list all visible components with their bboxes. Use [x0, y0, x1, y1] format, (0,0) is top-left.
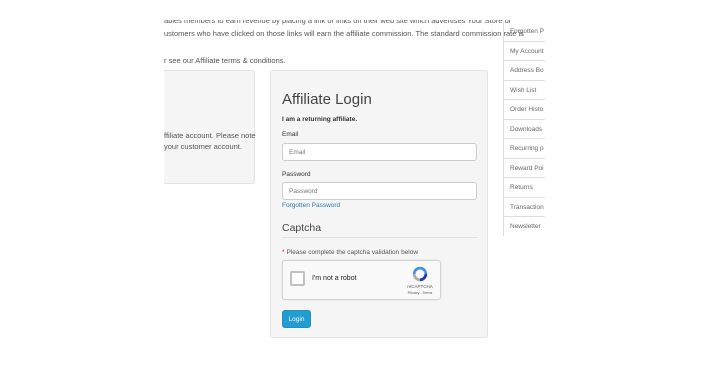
captcha-divider: [282, 237, 477, 238]
sidebar-item-order-history[interactable]: Order Histo: [504, 100, 545, 120]
sidebar-item-forgotten-password[interactable]: Forgotten P: [504, 22, 545, 42]
recaptcha-terms-link[interactable]: Privacy - Terms: [401, 291, 439, 295]
recaptcha-brand: reCAPTCHA: [407, 284, 433, 289]
required-asterisk-icon: *: [282, 249, 285, 256]
sidebar-item-newsletter[interactable]: Newsletter: [504, 217, 545, 236]
captcha-heading: Captcha: [282, 222, 322, 234]
intro-text-line-1: ables members to earn revenue by placing…: [164, 16, 512, 25]
recaptcha-widget: I'm not a robot reCAPTCHA Privacy - Term…: [282, 260, 441, 300]
captcha-note: * Please complete the captcha validation …: [282, 249, 418, 256]
sidebar-item-address-book[interactable]: Address Bo: [504, 61, 545, 81]
new-affiliate-text-line-2: your customer account.: [164, 142, 242, 151]
sidebar-item-downloads[interactable]: Downloads: [504, 120, 545, 139]
returning-affiliate-label: I am a returning affiliate.: [282, 116, 358, 123]
sidebar-item-my-account[interactable]: My Account: [504, 42, 545, 61]
new-affiliate-panel: ffiliate account. Please note your custo…: [164, 70, 256, 184]
login-button[interactable]: Login: [282, 310, 311, 328]
recaptcha-label: I'm not a robot: [312, 275, 357, 282]
captcha-note-text: Please complete the captcha validation b…: [286, 249, 419, 256]
sidebar-item-reward-points[interactable]: Reward Poi: [504, 159, 545, 178]
forgotten-password-link[interactable]: Forgotten Password: [282, 202, 340, 209]
email-field[interactable]: [282, 143, 477, 161]
recaptcha-logo-icon: [412, 266, 428, 282]
sidebar-item-wish-list[interactable]: Wish List: [504, 81, 545, 100]
sidebar-item-recurring-payments[interactable]: Recurring p: [504, 139, 545, 159]
new-affiliate-text-line-1: ffiliate account. Please note: [164, 131, 256, 140]
sidebar-item-transactions[interactable]: Transaction: [504, 198, 545, 217]
intro-text-line-3: r see our Affiliate terms & conditions.: [164, 56, 286, 65]
account-sidebar-menu: Forgotten P My Account Address Bo Wish L…: [503, 22, 545, 236]
login-title: Affiliate Login: [282, 91, 372, 108]
recaptcha-checkbox[interactable]: [290, 271, 305, 286]
password-field[interactable]: [282, 182, 477, 200]
sidebar-item-returns[interactable]: Returns: [504, 178, 545, 198]
password-label: Password: [282, 171, 311, 178]
intro-text-line-2: ustomers who have clicked on those links…: [164, 29, 524, 38]
email-label: Email: [282, 131, 299, 138]
affiliate-login-panel: Affiliate Login I am a returning affilia…: [270, 70, 488, 338]
